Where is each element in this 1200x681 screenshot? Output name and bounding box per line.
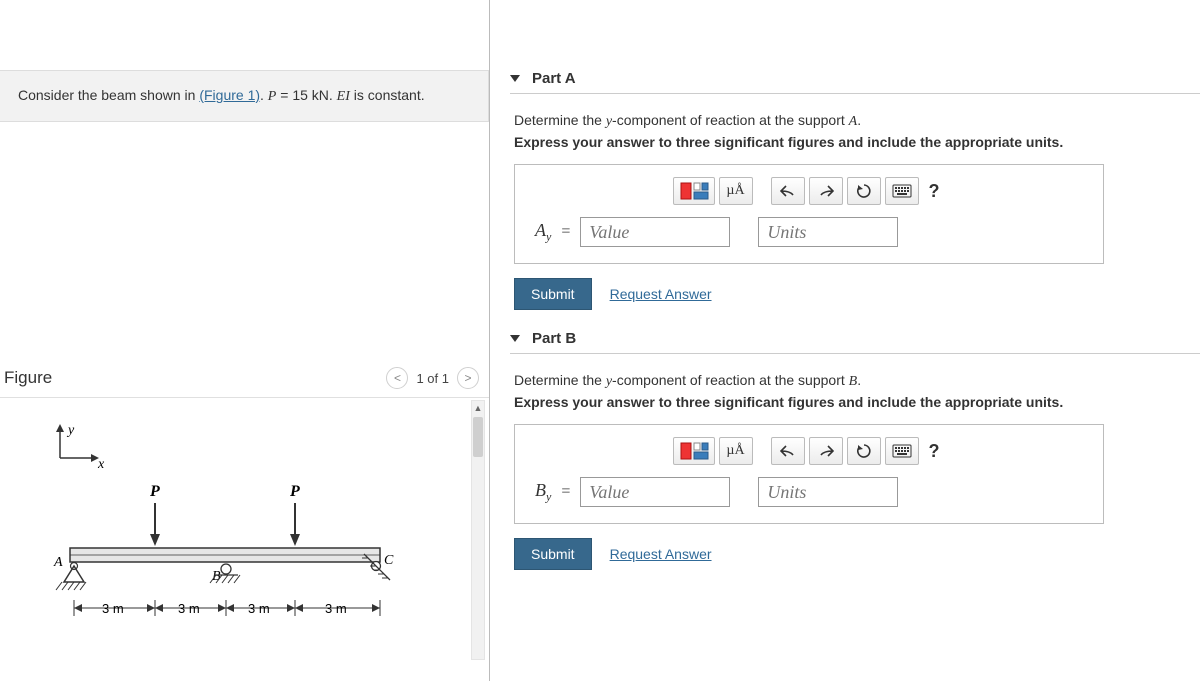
undo-button[interactable] (771, 437, 805, 465)
dim-1: 3 m (102, 601, 124, 616)
template-tool-button[interactable] (673, 177, 715, 205)
part-b-toggle[interactable]: Part B (510, 324, 1200, 354)
pa-units-input[interactable] (758, 217, 898, 247)
pb-units-input[interactable] (758, 477, 898, 507)
reset-button[interactable] (847, 437, 881, 465)
keyboard-button[interactable] (885, 177, 919, 205)
keyboard-button[interactable] (885, 437, 919, 465)
stmt-prefix: Consider the beam shown in (18, 87, 199, 103)
pb-prompt-support: B (849, 374, 858, 389)
pa-prompt-mid: -component of reaction at the support (612, 112, 849, 128)
pb-instruction: Express your answer to three significant… (514, 394, 1200, 410)
pb-value-input[interactable] (580, 477, 730, 507)
pa-prompt-prefix: Determine the (514, 112, 606, 128)
stmt-suffix1: . (260, 87, 268, 103)
problem-statement: Consider the beam shown in (Figure 1). P… (0, 70, 489, 122)
pa-value-input[interactable] (580, 217, 730, 247)
part-b-body: Determine the y-component of reaction at… (510, 354, 1200, 578)
stmt-eq: = 15 kN. (276, 87, 336, 103)
undo-button[interactable] (771, 177, 805, 205)
pa-var-label: Ay (535, 220, 551, 245)
axis-y-label: y (66, 423, 75, 438)
part-a-body: Determine the y-component of reaction at… (510, 94, 1200, 318)
scroll-up-icon[interactable]: ▲ (472, 401, 484, 415)
part-a-toggle[interactable]: Part A (510, 64, 1200, 94)
load-p2-label: P (289, 483, 300, 500)
pa-toolbar: µÅ ? (529, 177, 1089, 205)
pb-answer-box: µÅ ? (514, 424, 1104, 524)
dim-4: 3 m (325, 601, 347, 616)
chevron-down-icon (510, 75, 520, 82)
axis-x-label: x (97, 457, 105, 472)
reset-button[interactable] (847, 177, 881, 205)
dim-3: 3 m (248, 601, 270, 616)
figure-link[interactable]: (Figure 1) (199, 87, 260, 103)
redo-button[interactable] (809, 437, 843, 465)
pb-toolbar: µÅ ? (529, 437, 1089, 465)
help-button[interactable]: ? (923, 181, 946, 202)
pb-submit-button[interactable]: Submit (514, 538, 592, 570)
dim-2: 3 m (178, 601, 200, 616)
pa-instruction: Express your answer to three significant… (514, 134, 1200, 150)
pb-prompt-suffix: . (857, 372, 861, 388)
units-tool-button[interactable]: µÅ (719, 177, 753, 205)
figure-prev-button[interactable]: < (386, 367, 408, 389)
stmt-suffix2: is constant. (350, 87, 425, 103)
pa-submit-button[interactable]: Submit (514, 278, 592, 310)
figure-title: Figure (0, 368, 386, 388)
pa-prompt-suffix: . (857, 112, 861, 128)
support-c-label: C (384, 553, 394, 568)
stmt-ei-var: EI (337, 89, 350, 104)
pb-prompt-prefix: Determine the (514, 372, 606, 388)
help-button[interactable]: ? (923, 441, 946, 462)
pb-prompt-mid: -component of reaction at the support (612, 372, 849, 388)
support-a-label: A (53, 555, 63, 570)
figure-body: ▲ y x P P (0, 397, 489, 667)
pb-var-label: By (535, 480, 551, 505)
equals-sign: = (561, 483, 570, 501)
scroll-thumb[interactable] (473, 417, 483, 457)
figure-scrollbar[interactable]: ▲ (471, 400, 485, 660)
figure-count: 1 of 1 (416, 371, 449, 386)
units-tool-button[interactable]: µÅ (719, 437, 753, 465)
pa-prompt-support: A (849, 114, 858, 129)
load-p1-label: P (149, 483, 160, 500)
template-tool-button[interactable] (673, 437, 715, 465)
chevron-down-icon (510, 335, 520, 342)
part-b-title: Part B (532, 330, 576, 347)
pa-answer-box: µÅ ? (514, 164, 1104, 264)
figure-header: Figure < 1 of 1 > (0, 367, 489, 389)
pa-request-answer-link[interactable]: Request Answer (610, 286, 712, 302)
pb-request-answer-link[interactable]: Request Answer (610, 546, 712, 562)
part-a-title: Part A (532, 70, 576, 87)
figure-next-button[interactable]: > (457, 367, 479, 389)
equals-sign: = (561, 223, 570, 241)
redo-button[interactable] (809, 177, 843, 205)
beam-figure: y x P P A (40, 418, 450, 648)
